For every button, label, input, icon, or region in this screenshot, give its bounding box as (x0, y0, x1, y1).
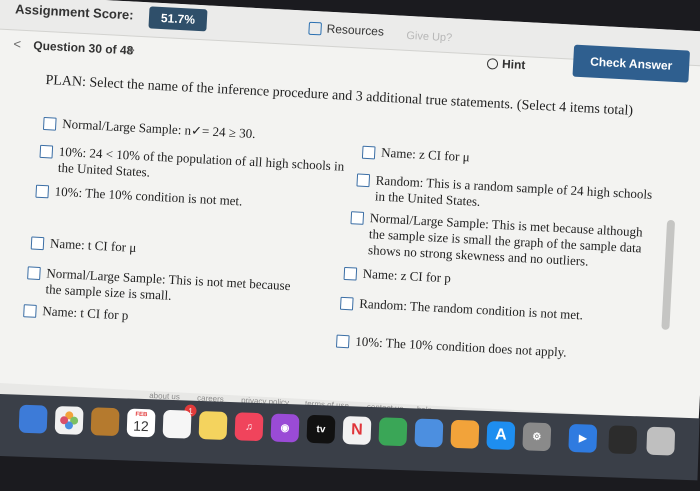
keynote-icon[interactable] (414, 418, 444, 448)
checkbox[interactable] (23, 304, 37, 318)
checkbox[interactable] (339, 296, 354, 311)
system-preferences-icon[interactable]: ⚙ (522, 422, 552, 452)
notes-icon[interactable] (198, 410, 228, 440)
calendar-icon[interactable]: FEB 12 (126, 408, 156, 438)
resources-label: Resources (326, 21, 385, 39)
calendar-day: 12 (132, 417, 150, 435)
option-label: 10%: 24 < 10% of the population of all h… (57, 143, 345, 180)
pages-icon[interactable] (450, 419, 480, 449)
contacts-icon[interactable] (90, 407, 120, 437)
chevron-right-icon[interactable]: > (127, 42, 135, 57)
option-label: Normal/Large Sample: n✓= 24 ≥ 30. (61, 115, 256, 142)
checkbox[interactable] (39, 144, 54, 159)
apple-tv-label: tv (316, 423, 326, 435)
news-icon[interactable]: N (342, 415, 372, 445)
resources-button[interactable]: Resources (308, 21, 384, 39)
option-label: 10%: The 10% condition does not apply. (354, 333, 568, 360)
checkbox[interactable] (361, 145, 376, 160)
option-left-4[interactable]: Name: t CI for μ (30, 234, 331, 266)
resources-icon (308, 21, 322, 35)
check-answer-button[interactable]: Check Answer (572, 44, 690, 83)
option-label: Name: z CI for μ (380, 144, 471, 165)
option-label: Normal/Large Sample: This is met because… (367, 210, 644, 269)
browser-screen: Assignment Score: 51.7% Resources Give U… (0, 0, 700, 452)
option-right-5[interactable]: Random: The random condition is not met. (339, 295, 640, 327)
hint-button[interactable]: Hint (486, 56, 526, 73)
app-store-icon[interactable]: A (486, 421, 516, 450)
podcasts-icon[interactable]: ◉ (270, 413, 300, 443)
checkbox[interactable] (356, 173, 371, 188)
trash-icon[interactable] (646, 426, 676, 456)
option-right-3[interactable]: Normal/Large Sample: This is met because… (349, 209, 651, 273)
checkbox[interactable] (350, 211, 365, 225)
checkbox[interactable] (27, 266, 41, 281)
option-label: Normal/Large Sample: This is not met bec… (45, 265, 291, 303)
checkbox[interactable] (30, 236, 45, 251)
chevron-left-icon[interactable]: < (13, 36, 21, 51)
reminders-icon[interactable] (162, 409, 192, 439)
checkbox[interactable] (335, 334, 350, 349)
notes-app-icon[interactable] (608, 425, 638, 455)
checkbox[interactable] (42, 116, 57, 131)
option-label: 10%: The 10% condition is not met. (54, 183, 243, 209)
hint-label: Hint (501, 56, 526, 73)
assignment-score-label: Assignment Score: (14, 1, 134, 23)
option-label: Random: The random condition is not met. (358, 295, 584, 323)
option-right-1[interactable]: Name: z CI for μ (361, 144, 662, 176)
give-up-button[interactable]: Give Up? (406, 30, 452, 44)
checkbox[interactable] (35, 184, 50, 199)
option-left-2[interactable]: 10%: 24 < 10% of the population of all h… (39, 143, 350, 191)
option-label: Name: t CI for μ (49, 235, 137, 255)
photos-flower-icon (60, 411, 79, 430)
zoom-icon[interactable]: ▶ (568, 423, 598, 453)
scrollbar[interactable] (661, 219, 676, 331)
checkbox[interactable] (343, 266, 358, 281)
assignment-score-value: 51.7% (148, 6, 208, 32)
finder-icon[interactable] (18, 404, 48, 434)
option-right-6[interactable]: 10%: The 10% condition does not apply. (335, 333, 636, 365)
option-label: Name: t CI for p (42, 303, 129, 323)
apple-tv-icon[interactable]: tv (306, 414, 336, 444)
lightbulb-icon (486, 57, 499, 70)
option-label: Name: z CI for p (362, 265, 452, 286)
photos-icon[interactable] (54, 405, 84, 435)
numbers-icon[interactable] (378, 417, 408, 447)
music-icon[interactable]: ♫ (234, 412, 264, 442)
option-left-1[interactable]: Normal/Large Sample: n✓= 24 ≥ 30. (42, 115, 343, 147)
question-number: Question 30 of 48 (33, 38, 134, 58)
